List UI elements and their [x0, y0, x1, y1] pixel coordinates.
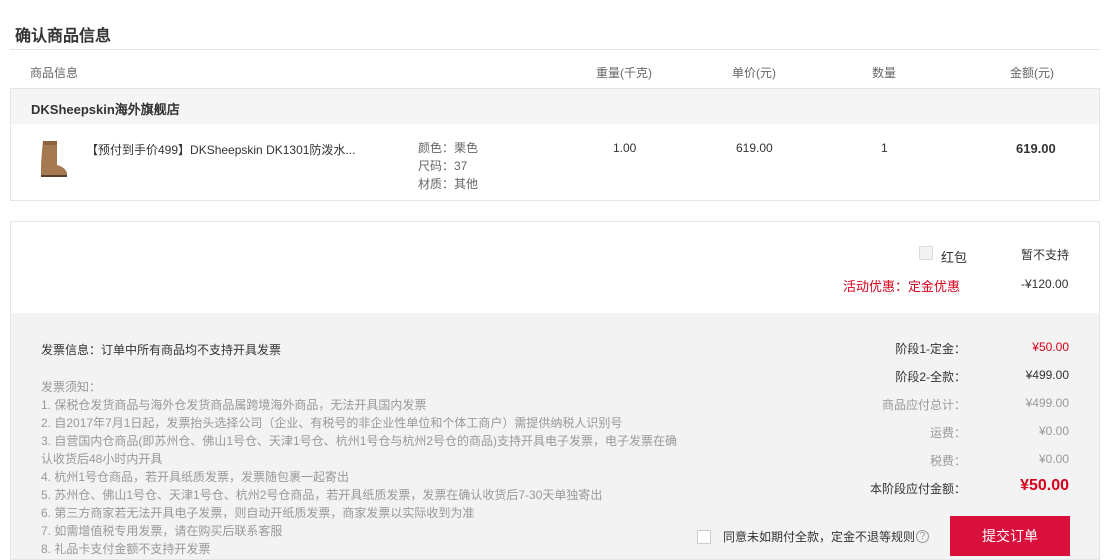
stage2-label: 阶段2-全款： — [895, 370, 966, 384]
submit-order-button[interactable]: 提交订单 — [950, 516, 1070, 556]
shop-name[interactable]: DKSheepskin海外旗舰店 — [31, 99, 180, 118]
order-items-box: DKSheepskin海外旗舰店 【预付到手价499】DKSheepskin D… — [10, 88, 1100, 201]
stage1-value: ¥50.00 — [1032, 340, 1069, 354]
product-amount: 619.00 — [1016, 141, 1056, 156]
column-header-product: 商品信息 — [30, 66, 79, 80]
column-header-unit-price: 单价(元) — [732, 66, 776, 80]
help-icon[interactable]: ? — [916, 530, 929, 543]
product-unit-price: 619.00 — [736, 141, 773, 155]
product-weight: 1.00 — [613, 141, 637, 155]
activity-discount-label: 活动优惠：定金优惠 — [843, 279, 961, 294]
column-header-weight: 重量(千克) — [596, 66, 652, 80]
promo-box: 红包 暂不支持 活动优惠：定金优惠 -¥120.00 — [10, 221, 1100, 313]
invoice-note: 7. 如需增值税专用发票，请在购买后联系客服 — [41, 524, 283, 538]
amount-due-label: 本阶段应付金额： — [869, 482, 966, 496]
invoice-info: 发票信息：订单中所有商品均不支持开具发票 — [41, 343, 282, 357]
invoice-note: 2. 自2017年7月1日起，发票抬头选择公司（企业、有税号的非企业性单位和个体… — [41, 416, 623, 430]
product-name-link[interactable]: 【预付到手价499】DKSheepskin DK1301防泼水... — [86, 141, 366, 158]
hongbao-checkbox[interactable] — [919, 246, 933, 260]
invoice-note: 认收货后48小时内开具 — [41, 452, 163, 466]
invoice-note: 8. 礼品卡支付金额不支持开发票 — [41, 542, 211, 556]
column-header-quantity: 数量 — [872, 66, 897, 80]
goods-total-label: 商品应付总计： — [881, 398, 966, 412]
title-divider — [10, 49, 1100, 50]
stage2-value: ¥499.00 — [1025, 368, 1069, 382]
product-attr-material: 材质：其他 — [418, 177, 479, 191]
invoice-note: 发票须知： — [41, 380, 102, 394]
hongbao-label: 红包 — [941, 250, 968, 265]
product-quantity: 1 — [881, 141, 888, 155]
product-attr-color: 颜色：栗色 — [418, 141, 479, 155]
invoice-note: 5. 苏州仓、佛山1号仓、天津1号仓、杭州2号仓商品，若开具纸质发票，发票在确认… — [41, 488, 603, 502]
tax-value: ¥0.00 — [1038, 452, 1069, 466]
invoice-note: 6. 第三方商家若无法开具电子发票，则自动开纸质发票，商家发票以实际收到为准 — [41, 506, 475, 520]
agreement-checkbox[interactable] — [697, 530, 711, 544]
invoice-note: 1. 保税仓发货商品与海外仓发货商品属跨境海外商品，无法开具国内发票 — [41, 398, 427, 412]
summary-box: 发票信息：订单中所有商品均不支持开具发票 发票须知： 1. 保税仓发货商品与海外… — [10, 313, 1100, 560]
shop-row: DKSheepskin海外旗舰店 — [11, 89, 1099, 124]
product-image[interactable] — [35, 139, 69, 179]
invoice-note: 4. 杭州1号仓商品，若开具纸质发票，发票随包裹一起寄出 — [41, 470, 350, 484]
column-header-amount: 金额(元) — [1010, 66, 1054, 80]
shipping-label: 运费： — [929, 426, 966, 440]
invoice-note: 3. 自营国内仓商品(即苏州仓、佛山1号仓、天津1号仓、杭州1号仓与杭州2号仓的… — [41, 434, 678, 448]
page-title: 确认商品信息 — [15, 28, 112, 45]
agreement-text: 同意未如期付全款，定金不退等规则 — [723, 530, 916, 544]
shipping-value: ¥0.00 — [1038, 424, 1069, 438]
tax-label: 税费： — [929, 454, 966, 468]
product-attr-size: 尺码：37 — [418, 159, 468, 173]
amount-due-value: ¥50.00 — [1020, 477, 1069, 494]
stage1-label: 阶段1-定金： — [895, 342, 966, 356]
activity-discount-value: -¥120.00 — [1021, 277, 1069, 291]
goods-total-value: ¥499.00 — [1025, 396, 1069, 410]
invoice-notes: 发票须知： 1. 保税仓发货商品与海外仓发货商品属跨境海外商品，无法开具国内发票… — [41, 378, 681, 558]
hongbao-status: 暂不支持 — [1021, 248, 1070, 262]
